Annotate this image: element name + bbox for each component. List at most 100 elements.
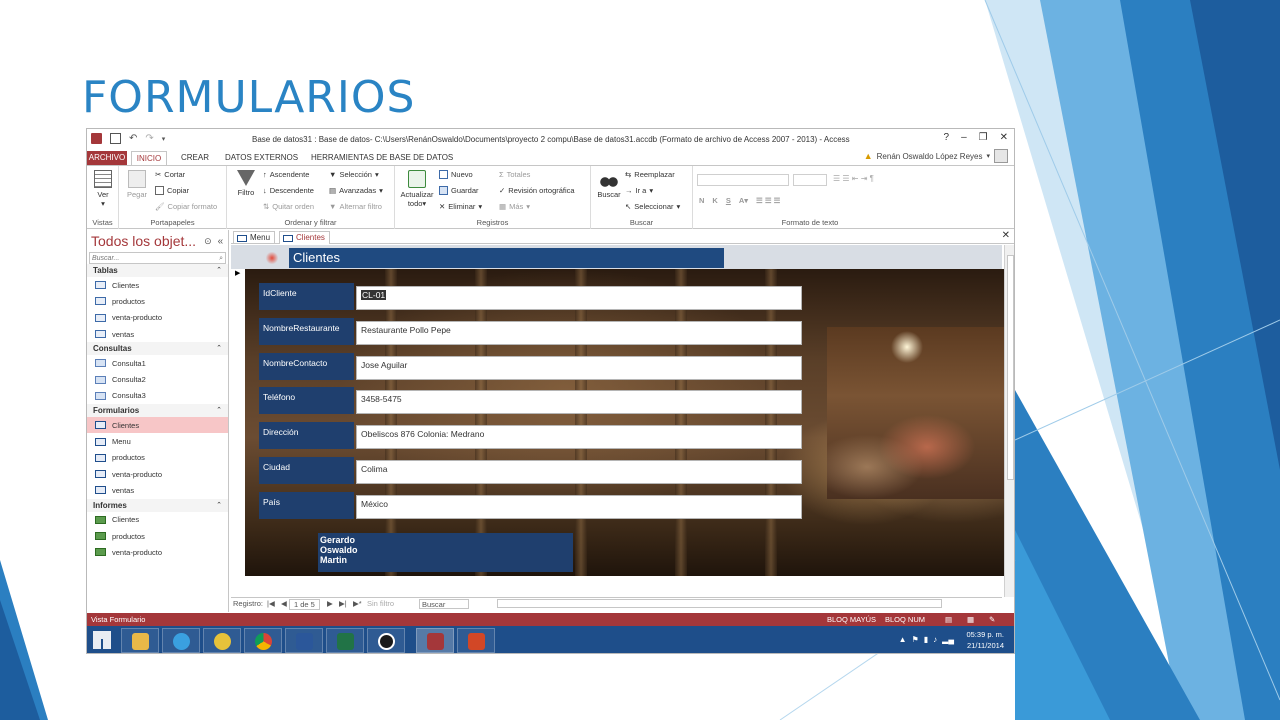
quitar-orden-button[interactable]: ⇅ Quitar orden <box>263 202 314 211</box>
layout-view-icon[interactable]: ▦ <box>967 613 974 626</box>
seleccion-button[interactable]: ▼ Selección ▾ <box>329 170 379 179</box>
guardar-button[interactable]: Guardar <box>439 186 479 195</box>
nav-section-informes[interactable]: Informes ⌃ <box>87 498 228 512</box>
nav-section-formularios[interactable]: Formularios ⌃ <box>87 404 228 418</box>
nav-section-consultas[interactable]: Consultas ⌃ <box>87 342 228 356</box>
nav-item[interactable]: productos <box>87 293 228 309</box>
ir-a-button[interactable]: → Ir a ▾ <box>625 186 653 195</box>
taskbar-chrome[interactable] <box>244 628 282 653</box>
help-button[interactable]: ? <box>944 132 950 143</box>
restore-button[interactable]: ❐ <box>979 132 988 143</box>
font-name-select[interactable] <box>697 174 789 186</box>
nav-item[interactable]: ventas <box>87 482 228 498</box>
list-icons[interactable]: ☰ ☰ ⇤ ⇥ ¶ <box>833 174 874 183</box>
undo-icon[interactable]: ↶ <box>129 133 137 144</box>
nuevo-button[interactable]: Nuevo <box>439 170 473 179</box>
taskbar-dell[interactable] <box>367 628 405 653</box>
nav-item[interactable]: Consulta2 <box>87 371 228 387</box>
collapse-section-icon[interactable]: ⌃ <box>216 404 222 417</box>
close-button[interactable]: ✕ <box>1000 132 1008 143</box>
ascendente-button[interactable]: ↑ Ascendente <box>263 170 309 179</box>
ver-button[interactable]: Ver ▾ <box>91 170 115 208</box>
collapse-section-icon[interactable]: ⌃ <box>216 264 222 277</box>
pegar-button[interactable]: Pegar <box>125 170 149 199</box>
signal-icon[interactable]: ▂▄ <box>942 635 954 644</box>
taskbar-clock[interactable]: 05:39 p. m. 21/11/2014 <box>966 629 1004 651</box>
new-record-button[interactable]: ▶* <box>353 599 362 608</box>
copiar-formato-button[interactable]: 🖌 Copiar formato <box>155 202 217 211</box>
nav-item[interactable]: venta-producto <box>87 544 228 560</box>
doc-tab-menu[interactable]: Menu <box>233 231 276 244</box>
format-buttons[interactable]: N K S A▾ ☰ ☰ ☰ <box>699 196 780 205</box>
field-value-input[interactable]: Colima <box>356 460 802 484</box>
eliminar-button[interactable]: ✕ Eliminar ▾ <box>439 202 482 211</box>
redo-icon[interactable]: ↷ <box>145 133 153 144</box>
taskbar-antivirus[interactable] <box>203 628 241 653</box>
descendente-button[interactable]: ↓ Descendente <box>263 186 314 195</box>
italic-button[interactable]: K <box>712 196 717 205</box>
tray-expand-icon[interactable]: ▲ <box>899 635 907 644</box>
buscar-button[interactable]: Buscar <box>595 170 623 199</box>
save-icon[interactable] <box>110 133 121 144</box>
nav-item[interactable]: productos <box>87 450 228 466</box>
seleccionar-button[interactable]: ↖ Seleccionar ▾ <box>625 202 680 211</box>
field-value-input[interactable]: 3458-5475 <box>356 390 802 415</box>
nav-item[interactable]: Clientes <box>87 417 228 434</box>
taskbar-word[interactable] <box>285 628 323 653</box>
avanzadas-button[interactable]: ▤ Avanzadas ▾ <box>329 186 383 195</box>
nav-item[interactable]: ventas <box>87 326 228 342</box>
prev-record-button[interactable]: ◀ <box>281 599 287 608</box>
underline-button[interactable]: S <box>726 196 731 205</box>
collapse-pane-icon[interactable]: « <box>218 236 224 247</box>
field-value-input[interactable]: Restaurante Pollo Pepe <box>356 320 802 345</box>
taskbar-powerpoint[interactable] <box>457 628 495 653</box>
volume-icon[interactable]: ♪ <box>933 635 937 644</box>
reemplazar-button[interactable]: ⇆ Reemplazar <box>625 170 675 179</box>
nav-item[interactable]: venta-producto <box>87 466 228 482</box>
copiar-button[interactable]: Copiar <box>155 186 189 195</box>
minimize-button[interactable]: – <box>961 132 967 143</box>
nav-item[interactable]: Clientes <box>87 277 228 293</box>
alternar-filtro-button[interactable]: ▼ Alternar filtro <box>329 202 382 211</box>
align-icons[interactable]: ☰ ☰ ☰ <box>756 196 780 205</box>
nav-item[interactable]: Menu <box>87 433 228 449</box>
first-record-button[interactable]: |◀ <box>267 599 275 608</box>
tab-inicio[interactable]: INICIO <box>131 151 167 165</box>
tab-herramientas[interactable]: HERRAMIENTAS DE BASE DE DATOS <box>311 151 453 165</box>
last-record-button[interactable]: ▶| <box>339 599 347 608</box>
form-view-icon[interactable]: ▤ <box>945 613 952 626</box>
revision-button[interactable]: ✓ Revisión ortográfica <box>499 186 575 195</box>
bold-button[interactable]: N <box>699 196 704 205</box>
horizontal-scrollbar[interactable] <box>497 599 942 608</box>
close-document-button[interactable]: ✕ <box>1002 230 1010 241</box>
user-area[interactable]: ▲ Renán Oswaldo López Reyes ▾ <box>864 149 1008 163</box>
doc-tab-clientes[interactable]: Clientes <box>279 231 330 244</box>
nav-item[interactable]: venta-producto <box>87 310 228 326</box>
flag-icon[interactable]: ⚑ <box>912 635 919 644</box>
cortar-button[interactable]: ✂ Cortar <box>155 170 185 179</box>
tab-datos-externos[interactable]: DATOS EXTERNOS <box>225 151 298 165</box>
record-selector[interactable]: ▶ <box>231 269 245 587</box>
nav-search-input[interactable]: Buscar... ⌕ <box>89 252 226 264</box>
field-value-input[interactable]: México <box>356 494 802 519</box>
field-value-input[interactable]: Jose Aguilar <box>356 355 802 380</box>
customize-qat-icon[interactable]: ▾ <box>162 135 166 143</box>
totales-button[interactable]: Σ Totales <box>499 170 530 179</box>
mas-button[interactable]: ▦ Más ▾ <box>499 202 530 211</box>
record-position[interactable]: 1 de 5 <box>289 599 320 610</box>
field-value-input[interactable]: CL-01 <box>356 286 802 310</box>
design-view-icon[interactable]: ✎ <box>989 613 995 626</box>
collapse-section-icon[interactable]: ⌃ <box>216 499 222 512</box>
chevron-down-icon[interactable]: ⊙ <box>204 236 212 247</box>
tab-crear[interactable]: CREAR <box>181 151 209 165</box>
nav-item[interactable]: productos <box>87 528 228 544</box>
taskbar-explorer[interactable] <box>121 628 159 653</box>
taskbar-excel[interactable] <box>326 628 364 653</box>
nav-item[interactable]: Clientes <box>87 512 228 528</box>
nav-item[interactable]: Consulta1 <box>87 355 228 371</box>
nav-section-tablas[interactable]: Tablas ⌃ <box>87 264 228 277</box>
network-icon[interactable]: ▮ <box>924 635 928 644</box>
taskbar-access[interactable] <box>416 628 454 653</box>
field-value-input[interactable]: Obeliscos 876 Colonia: Medrano <box>356 425 802 450</box>
nav-header[interactable]: Todos los objet... ⊙ « <box>87 230 228 252</box>
